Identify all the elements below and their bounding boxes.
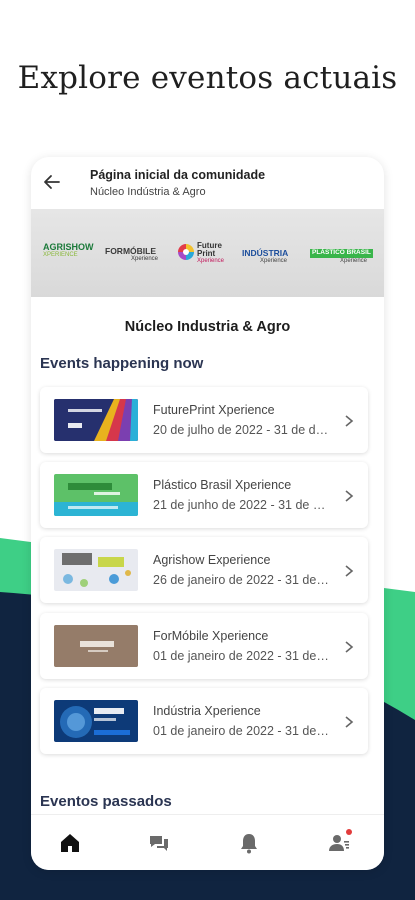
event-date: 21 de junho de 2022 - 31 de dezembro de … <box>153 498 329 512</box>
community-banner: AGRISHOW XPERIENCE FORMÓBILE Xperience F… <box>31 209 384 297</box>
banner-logo-agrishow: AGRISHOW XPERIENCE <box>43 242 94 259</box>
chevron-right-icon <box>344 413 354 427</box>
event-card-formobile[interactable]: ForMóbile Xperience 01 de janeiro de 202… <box>40 613 368 679</box>
chevron-right-icon <box>344 563 354 577</box>
notification-dot <box>346 829 352 835</box>
event-date: 20 de julho de 2022 - 31 de dezembro de … <box>153 423 329 437</box>
phone-frame: Página inicial da comunidade Núcleo Indú… <box>31 157 384 870</box>
chevron-right-icon <box>344 714 354 728</box>
event-name: FuturePrint Xperience <box>153 403 275 417</box>
section-title-past: Eventos passados <box>40 793 172 810</box>
event-date: 26 de janeiro de 2022 - 31 de dezembro d… <box>153 573 329 587</box>
event-thumbnail <box>54 700 138 742</box>
chat-icon[interactable] <box>147 831 171 855</box>
event-thumbnail <box>54 549 138 591</box>
home-icon[interactable] <box>58 831 82 855</box>
event-name: Indústria Xperience <box>153 704 261 718</box>
event-thumbnail <box>54 399 138 441</box>
banner-logo-industria: INDÚSTRIA Xperience <box>242 248 289 264</box>
event-date: 01 de janeiro de 2022 - 31 de dezembro d… <box>153 724 329 738</box>
chevron-right-icon <box>344 488 354 502</box>
banner-logo-plastico-brasil: PLÁSTICO BRASIL Xperience <box>310 249 373 264</box>
event-name: Plástico Brasil Xperience <box>153 478 292 492</box>
chevron-right-icon <box>344 639 354 653</box>
page-title: Página inicial da comunidade <box>90 168 266 182</box>
banner-logo-formobile: FORMÓBILE Xperience <box>105 246 159 262</box>
event-name: ForMóbile Xperience <box>153 629 269 643</box>
page-subtitle: Núcleo Indústria & Agro <box>90 186 206 198</box>
event-card-agrishow[interactable]: Agrishow Experience 26 de janeiro de 202… <box>40 537 368 603</box>
headline: Explore eventos actuais <box>17 60 398 96</box>
event-thumbnail <box>54 474 138 516</box>
banner-logo-futureprint-mark <box>177 243 195 261</box>
event-thumbnail <box>54 625 138 667</box>
bell-icon[interactable] <box>237 831 261 855</box>
community-name: Núcleo Industria & Agro <box>124 319 291 335</box>
arrow-left-icon[interactable] <box>41 171 63 193</box>
event-card-industria[interactable]: Indústria Xperience 01 de janeiro de 202… <box>40 688 368 754</box>
bottom-nav <box>31 814 384 870</box>
app-bar: Página inicial da comunidade Núcleo Indú… <box>31 157 384 209</box>
event-date: 01 de janeiro de 2022 - 31 de dezembro d… <box>153 649 329 663</box>
section-title-now: Events happening now <box>40 355 204 372</box>
banner-logo-futureprint: Future Print Xperience <box>197 241 225 265</box>
event-card-plastico-brasil[interactable]: Plástico Brasil Xperience 21 de junho de… <box>40 462 368 528</box>
event-name: Agrishow Experience <box>153 553 271 567</box>
event-card-futureprint[interactable]: FuturePrint Xperience 20 de julho de 202… <box>40 387 368 453</box>
profile-icon[interactable] <box>327 829 352 855</box>
